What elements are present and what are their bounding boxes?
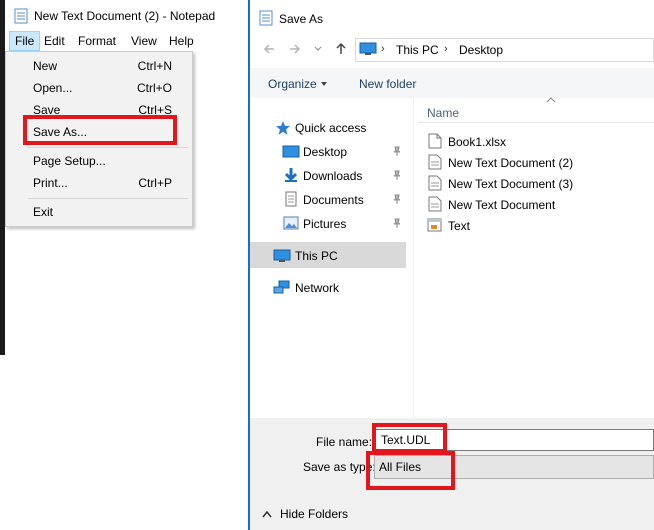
header-divider [418, 122, 654, 123]
menu-item-print[interactable]: Print... [33, 176, 68, 190]
quick-access-star-icon [275, 120, 291, 136]
this-pc-icon [273, 249, 291, 263]
desktop-folder-icon [282, 145, 300, 159]
documents-folder-icon [283, 191, 299, 207]
save-as-highlight-box [23, 115, 177, 145]
nav-desktop[interactable]: Desktop [303, 145, 347, 159]
udl-file-icon [427, 217, 443, 233]
pane-divider[interactable] [413, 98, 414, 418]
nav-downloads[interactable]: Downloads [303, 169, 362, 183]
up-arrow-icon[interactable] [334, 42, 348, 56]
menu-item-open[interactable]: Open... [33, 81, 72, 95]
menu-view[interactable]: View [131, 34, 157, 48]
file-item[interactable]: Book1.xlsx [448, 135, 506, 149]
menu-help[interactable]: Help [169, 34, 194, 48]
organize-button[interactable]: Organize [268, 77, 317, 91]
file-item[interactable]: Text [448, 219, 470, 233]
sort-ascending-icon [546, 97, 556, 103]
menu-file[interactable]: File [9, 31, 41, 51]
text-file-icon [428, 196, 442, 212]
organize-dropdown-icon [320, 80, 328, 88]
pin-icon [392, 218, 402, 228]
file-item[interactable]: New Text Document (3) [448, 177, 573, 191]
shortcut-open: Ctrl+O [136, 81, 172, 95]
forward-arrow-icon[interactable] [288, 42, 302, 56]
menu-edit[interactable]: Edit [44, 34, 65, 48]
menu-separator [28, 147, 188, 148]
notepad-icon [13, 8, 29, 24]
save-type-highlight-box [366, 451, 455, 490]
save-as-type-label: Save as type: [303, 460, 376, 474]
notepad-title: New Text Document (2) - Notepad [34, 9, 216, 23]
nav-documents[interactable]: Documents [303, 193, 364, 207]
pin-icon [392, 146, 402, 156]
save-as-icon [258, 10, 274, 26]
menu-separator [28, 198, 188, 199]
menu-format[interactable]: Format [78, 34, 116, 48]
nav-this-pc[interactable]: This PC [295, 249, 338, 263]
notepad-menubar: File Edit Format View Help [5, 30, 250, 51]
text-file-icon [428, 154, 442, 170]
breadcrumb-separator-icon: › [381, 43, 385, 55]
menu-item-exit[interactable]: Exit [33, 205, 53, 219]
file-name-label: File name: [316, 435, 373, 449]
breadcrumb-desktop[interactable]: Desktop [459, 43, 503, 57]
recent-dropdown-icon[interactable] [313, 44, 323, 54]
shortcut-new: Ctrl+N [137, 59, 172, 73]
computer-icon [359, 42, 377, 56]
nav-quick-access[interactable]: Quick access [295, 121, 366, 135]
file-item[interactable]: New Text Document [448, 198, 555, 212]
pictures-folder-icon [283, 216, 299, 230]
breadcrumb-this-pc[interactable]: This PC [396, 43, 439, 57]
chevron-up-icon[interactable] [262, 510, 272, 518]
nav-network[interactable]: Network [295, 281, 339, 295]
back-arrow-icon[interactable] [262, 42, 276, 56]
dialog-title: Save As [279, 12, 324, 26]
network-icon [273, 280, 291, 296]
menu-item-new[interactable]: New [33, 59, 57, 73]
file-name-highlight-box [372, 423, 447, 453]
column-header-name[interactable]: Name [427, 106, 459, 120]
menu-item-page-setup[interactable]: Page Setup... [33, 154, 106, 168]
file-item[interactable]: New Text Document (2) [448, 156, 573, 170]
pin-icon [392, 170, 402, 180]
hide-folders-button[interactable]: Hide Folders [280, 507, 348, 521]
text-file-icon [428, 175, 442, 191]
shortcut-print: Ctrl+P [138, 176, 172, 190]
excel-file-icon [428, 133, 442, 149]
new-folder-button[interactable]: New folder [359, 77, 416, 91]
breadcrumb-separator-icon: › [444, 43, 448, 55]
pin-icon [392, 194, 402, 204]
downloads-folder-icon [283, 167, 299, 183]
nav-pictures[interactable]: Pictures [303, 217, 346, 231]
